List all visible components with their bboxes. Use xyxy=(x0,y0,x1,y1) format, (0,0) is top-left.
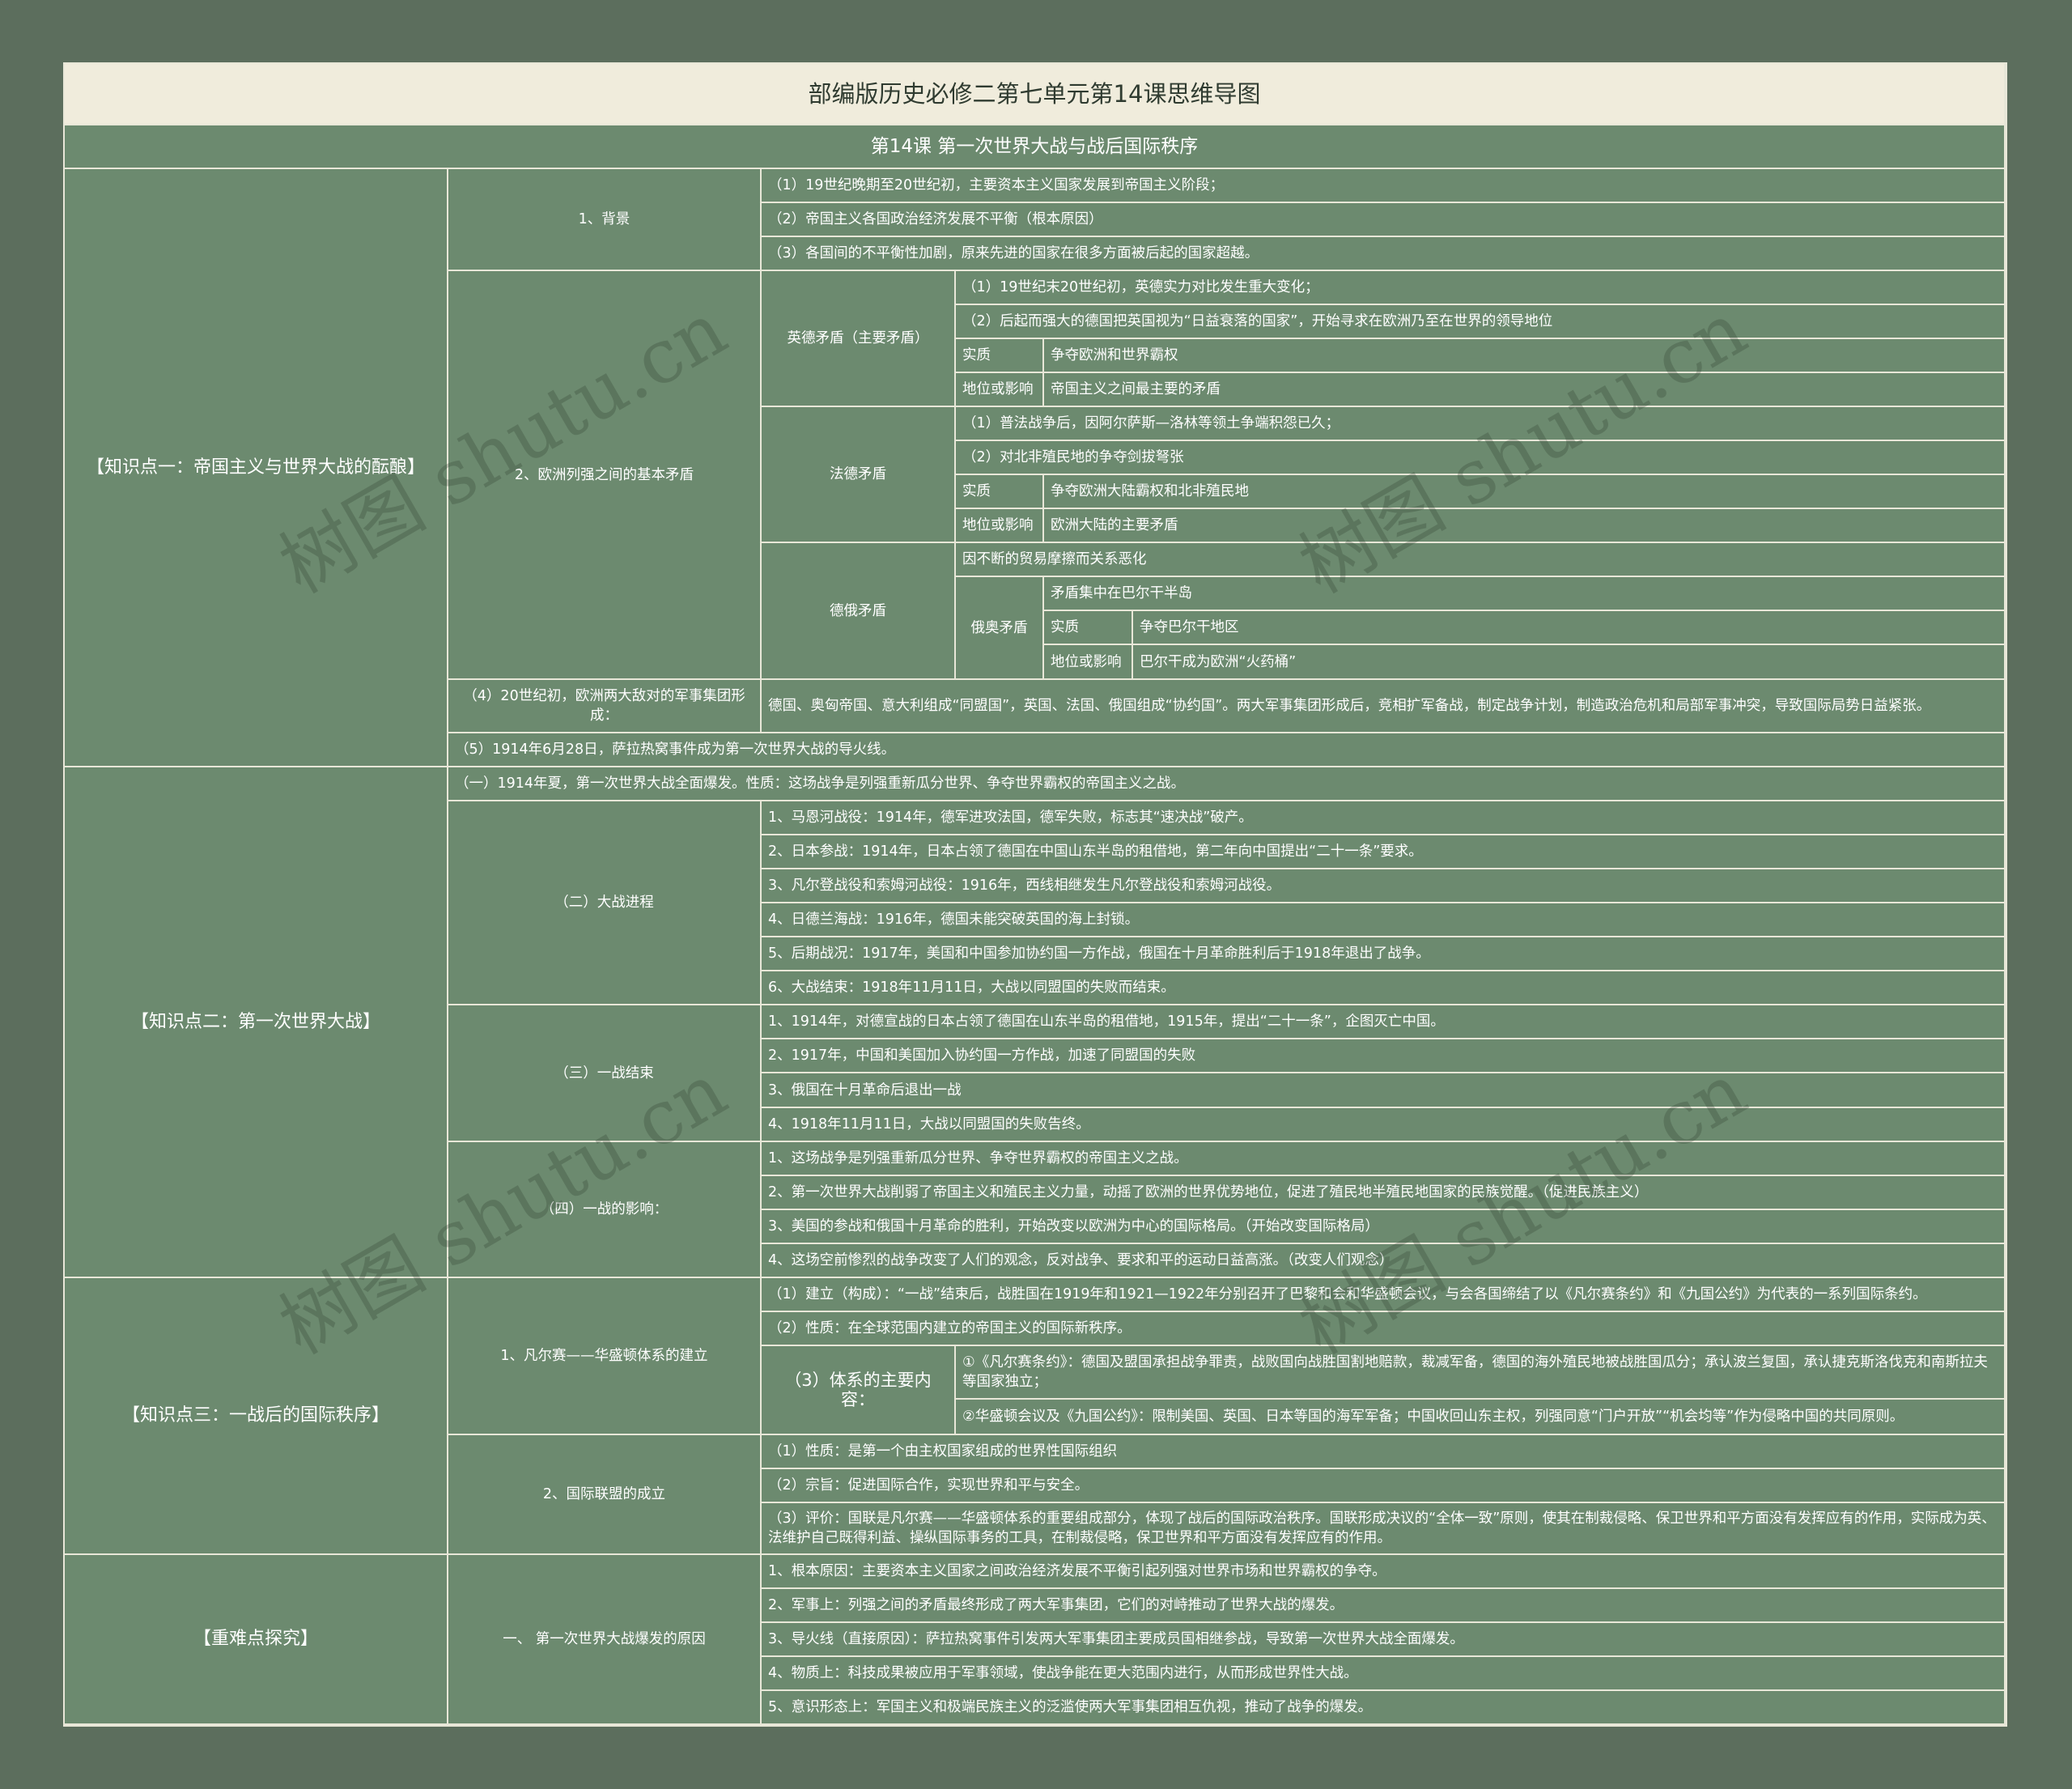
war-end-item: 3、俄国在十月革命后退出一战 xyxy=(762,1073,2006,1108)
austro-russian-item: 矛盾集中在巴尔干半岛 xyxy=(1044,577,2006,611)
essence-key: 实质 xyxy=(1044,611,1133,645)
russo-german-item: 因不断的贸易摩擦而关系恶化 xyxy=(956,543,2006,577)
war-end-item: 2、1917年，中国和美国加入协约国一方作战，加速了同盟国的失败 xyxy=(762,1039,2006,1073)
essence-key: 实质 xyxy=(956,339,1044,373)
war-cause-item: 3、导火线（直接原因）：萨拉热窝事件引发两大军事集团主要成员国相继参战，导致第一… xyxy=(762,1623,2006,1657)
page-title: 部编版历史必修二第七单元第14课思维导图 xyxy=(65,64,2006,125)
impact-value: 欧洲大陆的主要矛盾 xyxy=(1044,509,2006,543)
war-outbreak-text: （一）1914年夏，第一次世界大战全面爆发。性质：这场战争是列强重新瓜分世界、争… xyxy=(448,767,2006,801)
system-content-item: ①《凡尔赛条约》：德国及盟国承担战争罪责，战败国向战胜国割地赔款，裁减军备，德国… xyxy=(956,1346,2006,1400)
essence-key: 实质 xyxy=(956,475,1044,509)
war-influence-label: （四）一战的影响： xyxy=(448,1142,762,1278)
franco-german-item: （2）对北非殖民地的争夺剑拔弩张 xyxy=(956,441,2006,475)
impact-key: 地位或影响 xyxy=(956,373,1044,407)
mindmap-table: 部编版历史必修二第七单元第14课思维导图 第14课 第一次世界大战与战后国际秩序… xyxy=(63,62,2007,1727)
austro-russian-label: 俄奥矛盾 xyxy=(956,577,1044,680)
league-item: （1）性质：是第一个由主权国家组成的世界性国际组织 xyxy=(762,1435,2006,1469)
versailles-item: （2）性质：在全球范围内建立的帝国主义的国际新秩序。 xyxy=(762,1312,2006,1346)
kp3-title: 【知识点三：一战后的国际秩序】 xyxy=(65,1278,448,1555)
kp1-conflicts-label: 2、欧洲列强之间的基本矛盾 xyxy=(448,271,762,680)
war-progress-label: （二）大战进程 xyxy=(448,801,762,1005)
war-progress-item: 5、后期战况：1917年，美国和中国参加协约国一方作战，俄国在十月革命胜利后于1… xyxy=(762,937,2006,971)
war-influence-item: 2、第一次世界大战削弱了帝国主义和殖民主义力量，动摇了欧洲的世界优势地位，促进了… xyxy=(762,1176,2006,1210)
war-cause-item: 5、意识形态上：军国主义和极端民族主义的泛滥使两大军事集团相互仇视，推动了战争的… xyxy=(762,1691,2006,1725)
war-progress-item: 2、日本参战：1914年，日本占领了德国在中国山东半岛的租借地，第二年向中国提出… xyxy=(762,835,2006,869)
military-blocs-label: （4）20世纪初，欧洲两大敌对的军事集团形成： xyxy=(448,680,762,733)
military-blocs-text: 德国、奥匈帝国、意大利组成“同盟国”，英国、法国、俄国组成“协约国”。两大军事集… xyxy=(762,680,2006,733)
war-end-label: （三）一战结束 xyxy=(448,1005,762,1142)
system-content-label: （3）体系的主要内容： xyxy=(762,1346,956,1435)
war-progress-item: 1、马恩河战役：1914年，德军进攻法国，德军失败，标志其“速决战”破产。 xyxy=(762,801,2006,835)
war-cause-item: 1、根本原因：主要资本主义国家之间政治经济发展不平衡引起列强对世界市场和世界霸权… xyxy=(762,1555,2006,1589)
impact-value: 帝国主义之间最主要的矛盾 xyxy=(1044,373,2006,407)
franco-german-item: （1）普法战争后，因阿尔萨斯—洛林等领土争端积怨已久； xyxy=(956,407,2006,441)
kp1-background-label: 1、背景 xyxy=(448,169,762,271)
franco-german-label: 法德矛盾 xyxy=(762,407,956,543)
kp1-background-item: （1）19世纪晚期至20世纪初，主要资本主义国家发展到帝国主义阶段； xyxy=(762,169,2006,203)
impact-key: 地位或影响 xyxy=(1044,645,1133,680)
anglo-german-item: （1）19世纪末20世纪初，英德实力对比发生重大变化； xyxy=(956,271,2006,305)
war-fuse-text: （5）1914年6月28日，萨拉热窝事件成为第一次世界大战的导火线。 xyxy=(448,733,2006,767)
lesson-subtitle: 第14课 第一次世界大战与战后国际秩序 xyxy=(65,125,2006,169)
essence-value: 争夺欧洲和世界霸权 xyxy=(1044,339,2006,373)
war-influence-item: 4、这场空前惨烈的战争改变了人们的观念，反对战争、要求和平的运动日益高涨。（改变… xyxy=(762,1244,2006,1278)
essence-value: 争夺巴尔干地区 xyxy=(1133,611,2006,645)
kp1-title: 【知识点一：帝国主义与世界大战的酝酿】 xyxy=(65,169,448,767)
russo-german-label: 德俄矛盾 xyxy=(762,543,956,680)
page: 部编版历史必修二第七单元第14课思维导图 第14课 第一次世界大战与战后国际秩序… xyxy=(0,0,2072,1789)
war-cause-item: 4、物质上：科技成果被应用于军事领域，使战争能在更大范围内进行，从而形成世界性大… xyxy=(762,1657,2006,1691)
system-content-item: ②华盛顿会议及《九国公约》：限制美国、英国、日本等国的海军军备；中国收回山东主权… xyxy=(956,1400,2006,1435)
league-item: （3）评价：国联是凡尔赛——华盛顿体系的重要组成部分，体现了战后的国际政治秩序。… xyxy=(762,1503,2006,1555)
kp1-background-item: （3）各国间的不平衡性加剧，原来先进的国家在很多方面被后起的国家超越。 xyxy=(762,237,2006,271)
war-influence-item: 1、这场战争是列强重新瓜分世界、争夺世界霸权的帝国主义之战。 xyxy=(762,1142,2006,1176)
versailles-item: （1）建立（构成）：“一战”结束后，战胜国在1919年和1921—1922年分别… xyxy=(762,1278,2006,1312)
war-end-item: 4、1918年11月11日，大战以同盟国的失败告终。 xyxy=(762,1108,2006,1142)
war-progress-item: 3、凡尔登战役和索姆河战役：1916年，西线相继发生凡尔登战役和索姆河战役。 xyxy=(762,869,2006,903)
impact-value: 巴尔干成为欧洲“火药桶” xyxy=(1133,645,2006,680)
kp1-background-item: （2）帝国主义各国政治经济发展不平衡（根本原因） xyxy=(762,203,2006,237)
league-label: 2、国际联盟的成立 xyxy=(448,1435,762,1555)
war-progress-item: 6、大战结束：1918年11月11日，大战以同盟国的失败而结束。 xyxy=(762,971,2006,1005)
anglo-german-item: （2）后起而强大的德国把英国视为“日益衰落的国家”，开始寻求在欧洲乃至在世界的领… xyxy=(956,305,2006,339)
impact-key: 地位或影响 xyxy=(956,509,1044,543)
war-influence-item: 3、美国的参战和俄国十月革命的胜利，开始改变以欧洲为中心的国际格局。（开始改变国… xyxy=(762,1210,2006,1244)
kp2-title: 【知识点二：第一次世界大战】 xyxy=(65,767,448,1278)
war-progress-item: 4、日德兰海战：1916年，德国未能突破英国的海上封锁。 xyxy=(762,903,2006,937)
war-cause-item: 2、军事上：列强之间的矛盾最终形成了两大军事集团，它们的对峙推动了世界大战的爆发… xyxy=(762,1589,2006,1623)
anglo-german-label: 英德矛盾（主要矛盾） xyxy=(762,271,956,407)
essence-value: 争夺欧洲大陆霸权和北非殖民地 xyxy=(1044,475,2006,509)
focus-title: 【重难点探究】 xyxy=(65,1555,448,1725)
league-item: （2）宗旨：促进国际合作，实现世界和平与安全。 xyxy=(762,1469,2006,1503)
versailles-label: 1、凡尔赛——华盛顿体系的建立 xyxy=(448,1278,762,1435)
war-causes-label: 一、 第一次世界大战爆发的原因 xyxy=(448,1555,762,1725)
war-end-item: 1、1914年，对德宣战的日本占领了德国在山东半岛的租借地，1915年，提出“二… xyxy=(762,1005,2006,1039)
